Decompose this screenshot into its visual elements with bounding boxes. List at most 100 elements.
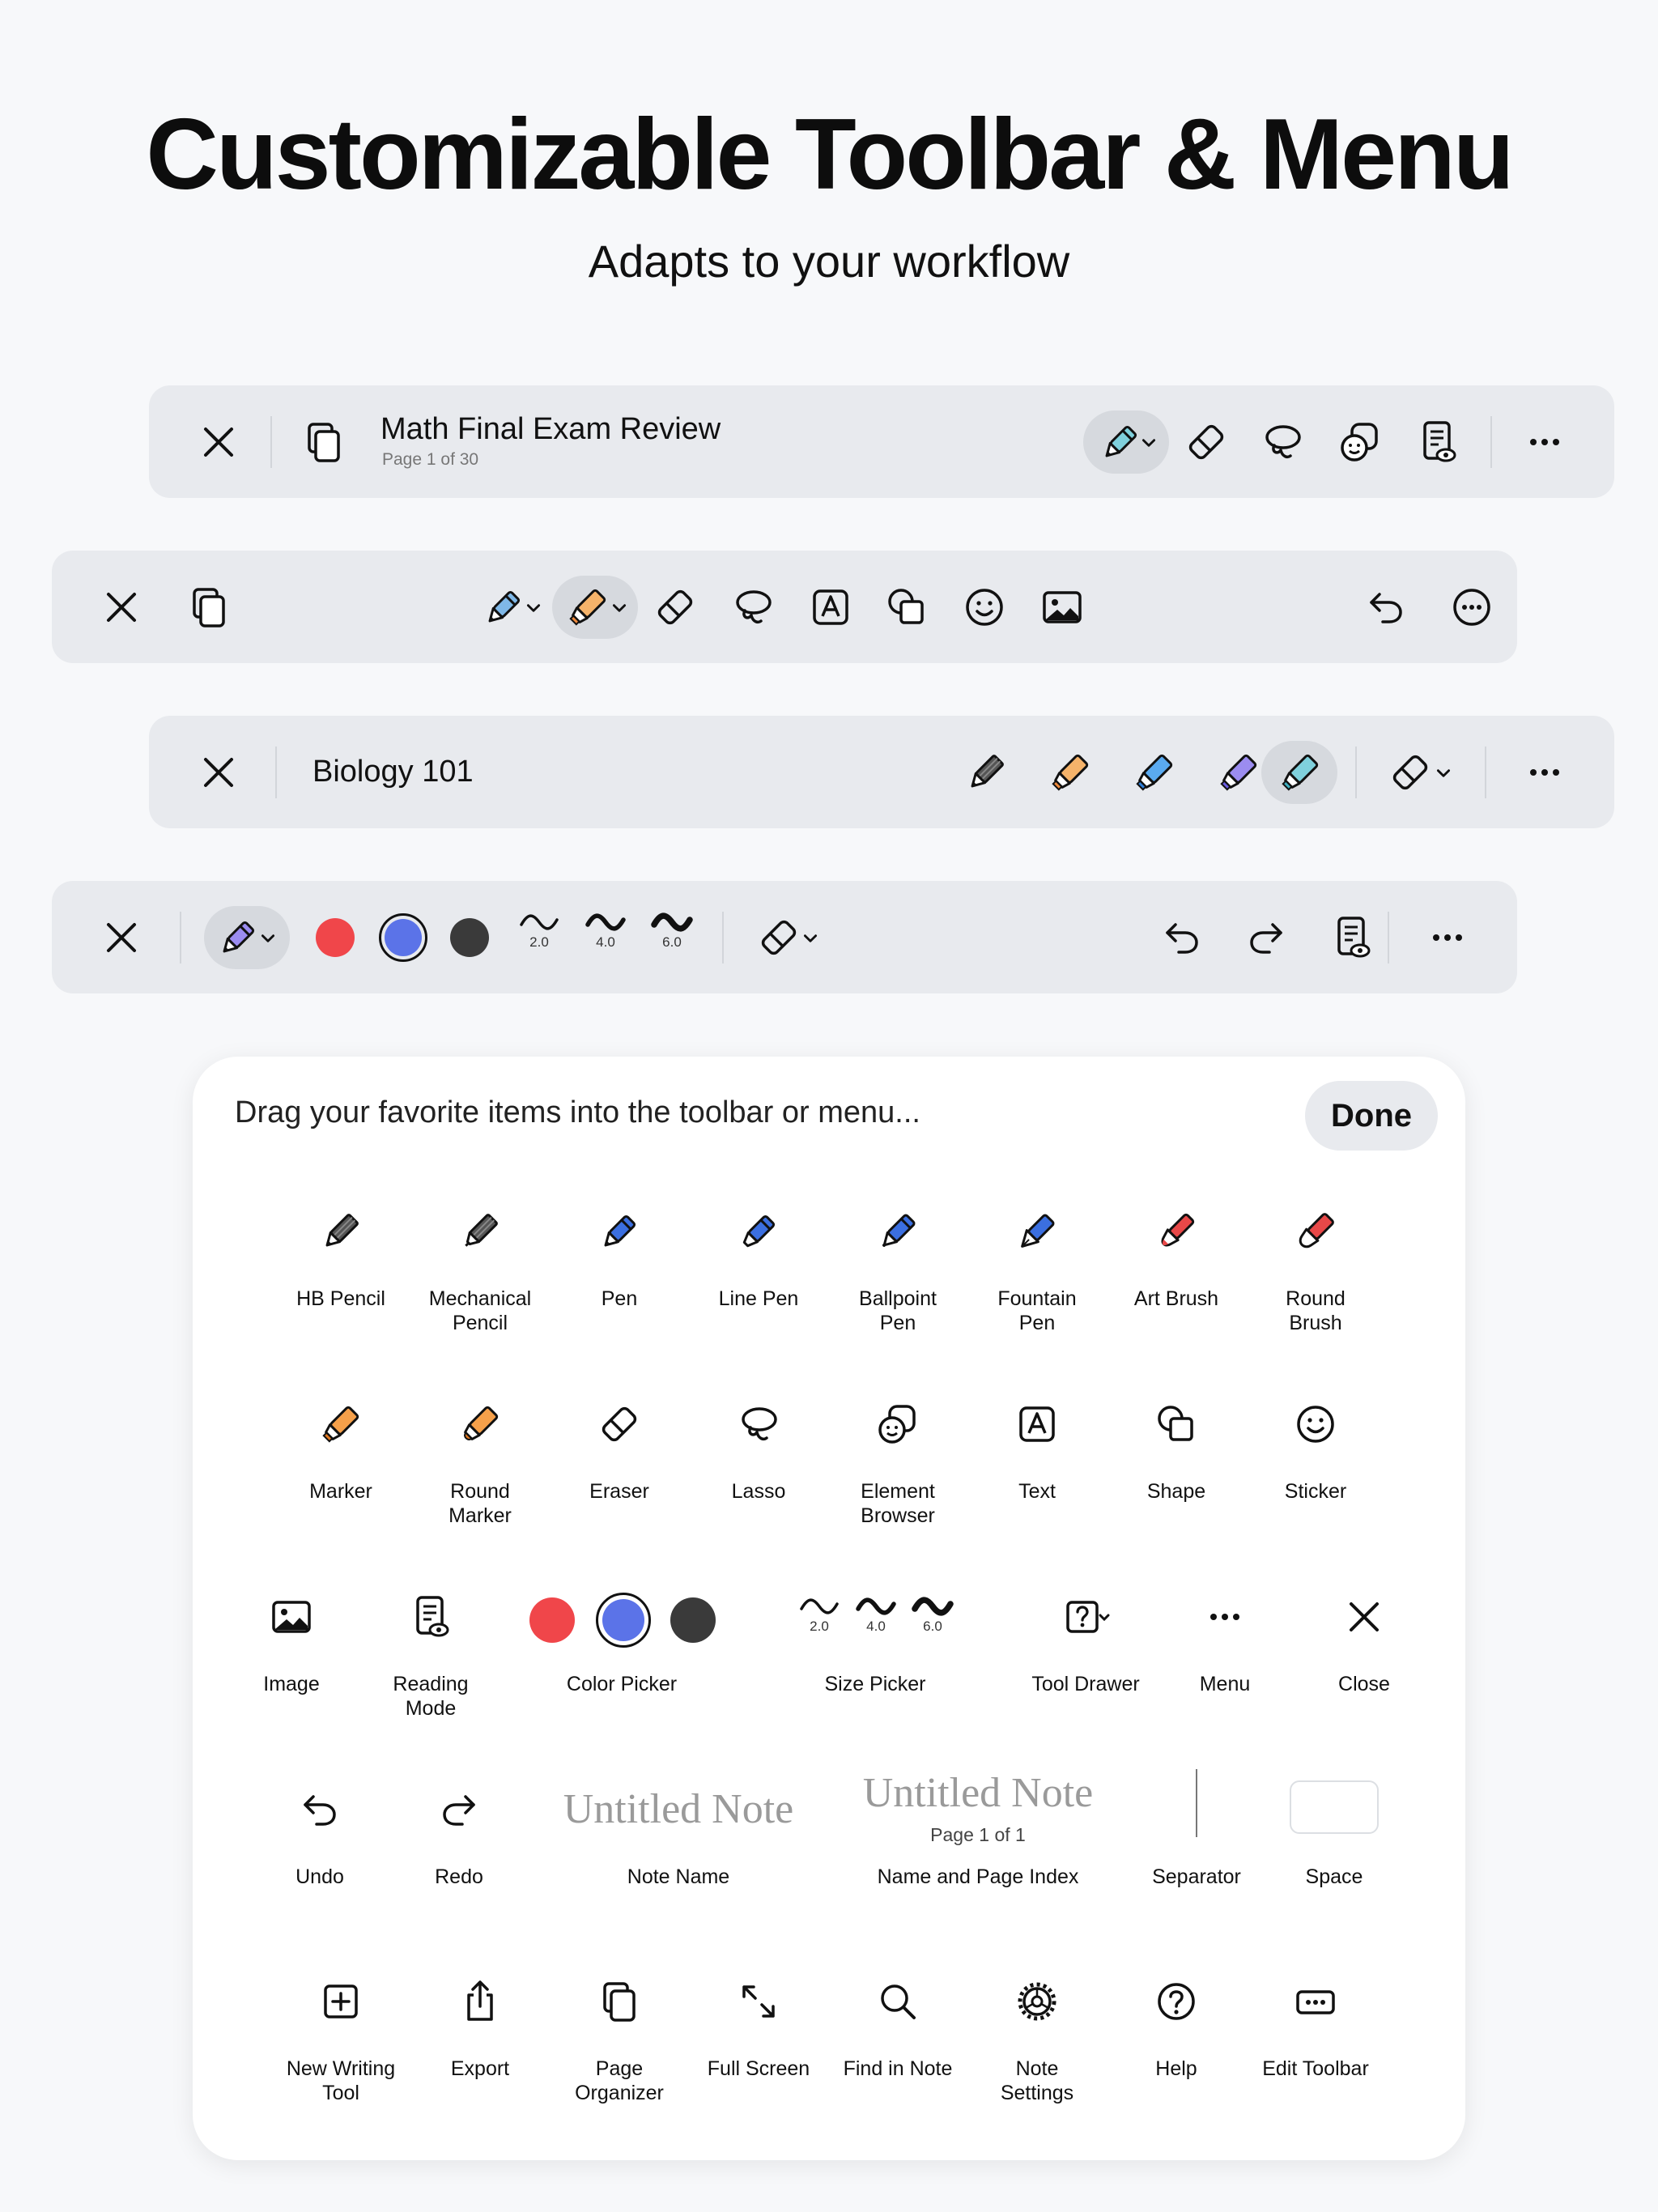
marker-teal-icon[interactable]	[1276, 748, 1324, 797]
item-page-organizer[interactable]: Page Organizer	[551, 1977, 688, 2105]
page-organizer-icon[interactable]	[185, 583, 233, 632]
item-sticker[interactable]: Sticker	[1247, 1400, 1384, 1504]
more-icon[interactable]	[1520, 748, 1569, 797]
item-note-name[interactable]: Untitled Note Note Name	[541, 1785, 816, 1899]
size-option-thin[interactable]: 2.0	[518, 913, 560, 952]
chevron-down-icon[interactable]	[801, 929, 819, 947]
item-tool-drawer[interactable]: Tool Drawer	[1017, 1593, 1154, 1696]
size-option-thin[interactable]: 2.0	[798, 1597, 840, 1636]
size-option-thick[interactable]: 6.0	[651, 912, 693, 952]
item-shape[interactable]: Shape	[1107, 1400, 1245, 1504]
item-space[interactable]: Space	[1265, 1780, 1403, 1889]
item-new-writing-tool[interactable]: New Writing Tool	[272, 1977, 410, 2105]
item-marker[interactable]: Marker	[272, 1400, 410, 1504]
item-eraser[interactable]: Eraser	[551, 1400, 688, 1504]
image-icon[interactable]	[1038, 583, 1086, 632]
item-image[interactable]: Image	[223, 1593, 360, 1696]
item-help[interactable]: Help	[1107, 1977, 1245, 2081]
item-size-picker[interactable]: 2.0 4.0 6.0 Size Picker	[782, 1593, 968, 1706]
chevron-down-icon[interactable]	[1435, 764, 1452, 782]
item-round-brush[interactable]: Round Brush	[1247, 1207, 1384, 1335]
item-line-pen[interactable]: Line Pen	[690, 1207, 827, 1311]
item-label: Color Picker	[566, 1673, 678, 1695]
color-swatch-blue-selected[interactable]	[379, 913, 427, 962]
item-reading-mode[interactable]: Reading Mode	[362, 1593, 500, 1721]
item-separator[interactable]: Separator	[1128, 1769, 1265, 1889]
chevron-down-icon[interactable]	[610, 599, 628, 617]
item-mechanical-pencil[interactable]: Mechanical Pencil	[411, 1207, 549, 1335]
item-text[interactable]: Text	[968, 1400, 1106, 1504]
item-edit-toolbar[interactable]: Edit Toolbar	[1247, 1977, 1384, 2081]
item-full-screen[interactable]: Full Screen	[690, 1977, 827, 2081]
item-hb-pencil[interactable]: HB Pencil	[272, 1207, 410, 1311]
search-icon	[874, 1977, 922, 2026]
marker-orange-icon[interactable]	[1046, 748, 1095, 797]
pen-teal-icon[interactable]	[1096, 418, 1145, 466]
reading-mode-icon[interactable]	[1414, 418, 1462, 466]
marker-orange-icon[interactable]	[563, 583, 612, 632]
more-icon[interactable]	[1423, 913, 1472, 962]
color-swatch-black[interactable]	[670, 1597, 716, 1643]
name-index-preview: Untitled Note	[862, 1770, 1094, 1816]
undo-icon[interactable]	[1158, 913, 1206, 962]
item-redo[interactable]: Redo	[390, 1785, 528, 1889]
item-element-browser[interactable]: Element Browser	[829, 1400, 967, 1528]
item-menu[interactable]: Menu	[1156, 1593, 1294, 1696]
shape-icon[interactable]	[882, 583, 931, 632]
color-swatch-blue-selected[interactable]	[596, 1593, 651, 1648]
note-title[interactable]: Math Final Exam Review	[380, 412, 721, 447]
element-browser-icon	[874, 1400, 922, 1448]
item-find-in-note[interactable]: Find in Note	[829, 1977, 967, 2081]
element-browser-icon[interactable]	[1336, 418, 1384, 466]
pen-blue-icon[interactable]	[479, 583, 528, 632]
page-organizer-icon[interactable]	[300, 418, 348, 466]
chevron-down-icon[interactable]	[1140, 434, 1158, 452]
note-title[interactable]: Biology 101	[312, 755, 474, 789]
size-option-medium[interactable]: 4.0	[855, 1597, 897, 1636]
more-circle-icon[interactable]	[1448, 583, 1496, 632]
marker-blue-icon[interactable]	[1130, 748, 1179, 797]
lasso-icon[interactable]	[1258, 418, 1307, 466]
size-option-medium[interactable]: 4.0	[585, 913, 627, 952]
item-art-brush[interactable]: Art Brush	[1107, 1207, 1245, 1311]
item-close[interactable]: Close	[1295, 1593, 1433, 1696]
chevron-down-icon[interactable]	[525, 599, 542, 617]
chevron-down-icon[interactable]	[259, 929, 277, 947]
close-icon[interactable]	[97, 913, 146, 962]
item-round-marker[interactable]: Round Marker	[411, 1400, 549, 1528]
undo-icon[interactable]	[1362, 583, 1410, 632]
sticker-icon[interactable]	[960, 583, 1009, 632]
color-swatch-black[interactable]	[450, 918, 489, 957]
reading-mode-icon[interactable]	[1328, 913, 1376, 962]
item-undo[interactable]: Undo	[251, 1785, 389, 1889]
eraser-icon[interactable]	[651, 583, 699, 632]
size-option-thick[interactable]: 6.0	[912, 1597, 954, 1636]
item-pen[interactable]: Pen	[551, 1207, 688, 1311]
eraser-icon[interactable]	[755, 913, 803, 962]
color-swatch-red[interactable]	[529, 1597, 575, 1643]
close-icon[interactable]	[97, 583, 146, 632]
eraser-icon[interactable]	[1182, 418, 1231, 466]
color-swatch-red[interactable]	[316, 918, 355, 957]
item-lasso[interactable]: Lasso	[690, 1400, 827, 1504]
pen-purple-icon[interactable]	[214, 913, 262, 962]
eraser-icon[interactable]	[1386, 748, 1435, 797]
item-fountain-pen[interactable]: Fountain Pen	[968, 1207, 1106, 1335]
item-note-settings[interactable]: Note Settings	[968, 1977, 1106, 2105]
close-icon[interactable]	[194, 748, 243, 797]
pencil-dark-icon[interactable]	[962, 748, 1010, 797]
item-color-picker[interactable]: Color Picker	[517, 1593, 727, 1706]
done-button[interactable]: Done	[1305, 1081, 1438, 1151]
text-icon[interactable]	[806, 583, 855, 632]
item-ballpoint-pen[interactable]: Ballpoint Pen	[829, 1207, 967, 1335]
separator-preview	[1196, 1769, 1197, 1837]
marker-purple-icon[interactable]	[1214, 748, 1263, 797]
more-icon[interactable]	[1520, 418, 1569, 466]
item-name-and-page-index[interactable]: Untitled Note Page 1 of 1 Name and Page …	[832, 1769, 1124, 1899]
item-export[interactable]: Export	[411, 1977, 549, 2081]
tool-drawer-icon	[1056, 1593, 1115, 1641]
item-label: Page Organizer	[575, 2057, 664, 2104]
redo-icon[interactable]	[1242, 913, 1290, 962]
lasso-icon[interactable]	[729, 583, 777, 632]
close-icon[interactable]	[194, 418, 243, 466]
